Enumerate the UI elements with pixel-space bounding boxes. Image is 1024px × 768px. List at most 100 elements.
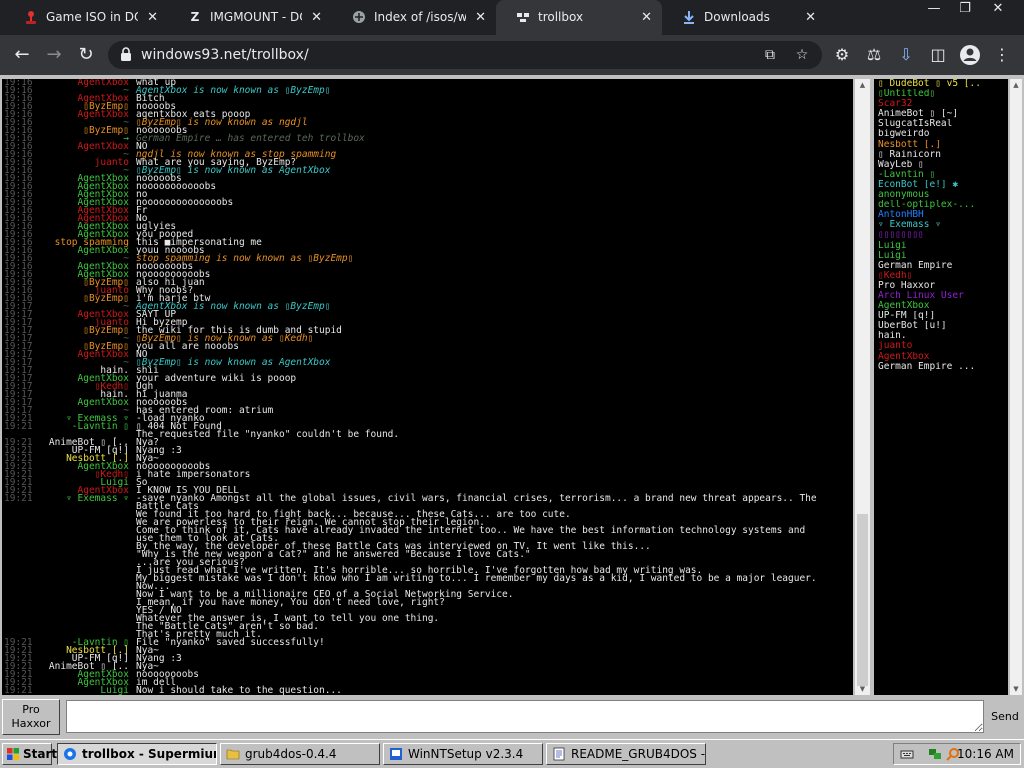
back-icon[interactable]: ← xyxy=(10,43,34,67)
close-tab-icon[interactable]: ✕ xyxy=(475,0,486,35)
user-list-item[interactable]: WayLeb ▯ xyxy=(874,160,1008,170)
send-button[interactable]: Send xyxy=(988,699,1022,735)
chat-input[interactable] xyxy=(66,700,984,733)
user-list-item[interactable]: German Empire ... xyxy=(874,362,1008,372)
user-list-item[interactable]: UberBot [u!] xyxy=(874,321,1008,331)
message-nick[interactable]: AgentXbox xyxy=(78,79,129,87)
user-list-item[interactable]: ▯Kedh▯ xyxy=(874,271,1008,281)
taskbar-item[interactable]: trollbox - Supermium xyxy=(57,743,217,765)
taskbar-item[interactable]: grub4dos-0.4.4 xyxy=(220,743,380,765)
user-list-item[interactable]: German Empire xyxy=(874,261,1008,271)
user-list-item[interactable]: AntonHBH xyxy=(874,210,1008,220)
user-list-item[interactable]: Luigi xyxy=(874,251,1008,261)
downloads-progress-icon[interactable]: ⇩ xyxy=(895,44,917,66)
user-list-item[interactable]: Scar32 xyxy=(874,99,1008,109)
browser-tab[interactable]: trollbox ✕ xyxy=(496,0,662,35)
clock[interactable]: 10:16 AM xyxy=(957,744,1014,764)
user-list-item[interactable]: UP-FM [q!] xyxy=(874,311,1008,321)
address-bar[interactable]: windows93.net/trollbox/ ⧉ ☆ xyxy=(108,41,822,69)
close-window-icon[interactable]: ✕ xyxy=(983,0,1013,18)
chat-message: 19:21 AgentXbox im dell xyxy=(2,678,853,688)
message-nick[interactable]: ▯ByzEmp▯ xyxy=(83,326,129,336)
message-nick[interactable]: ▿ Exemass ▿ xyxy=(66,494,129,504)
chat-message: 19:17 AgentXbox NO xyxy=(2,350,853,360)
browser-tab[interactable]: Downloads ✕ xyxy=(662,0,826,35)
scrollbar-thumb[interactable] xyxy=(857,514,868,686)
user-list-item[interactable]: AgentXbox xyxy=(874,352,1008,362)
user-list-item[interactable]: AgentXbox xyxy=(874,301,1008,311)
message-nick[interactable]: AgentXbox xyxy=(78,246,129,256)
share-icon[interactable]: ⧉ xyxy=(760,45,780,65)
user-list-item[interactable]: hain. xyxy=(874,331,1008,341)
forward-icon[interactable]: → xyxy=(42,43,66,67)
bookmark-star-icon[interactable]: ☆ xyxy=(792,45,812,65)
taskbar-item[interactable]: WinNTSetup v2.3.4 xyxy=(383,743,543,765)
sidepanel-icon[interactable]: ◫ xyxy=(927,44,949,66)
chat-message: 19:16 AgentXbox noooooooooooooobs xyxy=(2,198,853,208)
scroll-up-icon[interactable]: ▲ xyxy=(1010,79,1022,91)
user-list-item[interactable]: ▯ Rainicorn xyxy=(874,150,1008,160)
message-nick[interactable]: Luigi xyxy=(100,686,129,695)
message-nick[interactable]: ▯ByzEmp▯ xyxy=(83,126,129,136)
start-button[interactable]: Start xyxy=(2,743,57,765)
scroll-down-icon[interactable]: ▼ xyxy=(1010,683,1022,695)
user-list-item[interactable]: ▿ Exemass ▿ xyxy=(874,220,1008,230)
user-list-item[interactable]: Luigi xyxy=(874,241,1008,251)
menu-kebab-icon[interactable]: ⋮ xyxy=(991,44,1013,66)
scroll-up-icon[interactable]: ▲ xyxy=(855,79,870,91)
message-nick[interactable]: AgentXbox xyxy=(78,110,129,120)
message-text: The requested file "nyanko" couldn't be … xyxy=(136,429,400,440)
message-nick[interactable]: AgentXbox xyxy=(78,142,129,152)
user-list-item[interactable]: ▯Untitled▯ xyxy=(874,89,1008,99)
user-list-item[interactable]: EconBot [e!] ✱ xyxy=(874,180,1008,190)
close-tab-icon[interactable]: ✕ xyxy=(311,0,322,35)
user-list-item[interactable]: SlugcatIsReal xyxy=(874,119,1008,129)
chat-log[interactable]: 19:16 AgentXbox what up 19:16 ~ AgentXbox is … xyxy=(2,79,853,695)
user-list-item[interactable]: ▯ DudeBot ▯ v5 [.. xyxy=(874,79,1008,89)
message-text: -save nyanko Amongst all the global issu… xyxy=(136,493,817,504)
user-list-item[interactable]: Nesbott [.] xyxy=(874,140,1008,150)
user-list-item[interactable]: Pro Haxxor xyxy=(874,281,1008,291)
lock-icon[interactable] xyxy=(120,47,132,61)
archive-icon xyxy=(352,10,366,24)
extensions-icon[interactable]: ⚙ xyxy=(831,44,853,66)
close-tab-icon[interactable]: ✕ xyxy=(147,0,158,35)
chat-message: 19:21 ▿ Exemass ▿ -save nyanko Amongst all… xyxy=(2,493,853,504)
minimize-icon[interactable]: — xyxy=(919,0,949,18)
scroll-down-icon[interactable]: ▼ xyxy=(855,683,870,695)
chat-scrollbar[interactable]: ▲ ▼ xyxy=(855,79,870,695)
chat-message: 19:16 AgentXbox no xyxy=(2,190,853,200)
user-list-item[interactable]: AnimeBot ▯ [~] xyxy=(874,109,1008,119)
chat-message: 19:17 hain. hi juanma xyxy=(2,390,853,400)
keyboard-icon[interactable] xyxy=(900,747,914,761)
user-list-item[interactable]: anonymous xyxy=(874,190,1008,200)
message-nick[interactable]: -Lavntin ▯ xyxy=(72,422,129,432)
chat-message: 19:21 AgentXbox noooooooooobs xyxy=(2,462,853,472)
user-list-item[interactable]: -Lavntin ▯ xyxy=(874,170,1008,180)
close-tab-icon[interactable]: ✕ xyxy=(641,0,652,35)
maximize-icon[interactable]: ❐ xyxy=(950,0,980,18)
message-text: Now i should take to the question... xyxy=(136,685,342,695)
browser-tab[interactable]: Z IMGMOUNT - DOSBox ✕ xyxy=(168,0,332,35)
user-list-item[interactable]: juanto xyxy=(874,341,1008,351)
chat-message: 19:16 ~ ▯ByzEmp▯ is now known as ngdjl xyxy=(2,118,853,128)
message-nick[interactable]: ▯ByzEmp▯ xyxy=(83,294,129,304)
browser-tab[interactable]: Game ISO in DOSBox ✕ xyxy=(4,0,168,35)
close-tab-icon[interactable]: ✕ xyxy=(805,0,816,35)
message-text: File "nyanko" saved successfully! xyxy=(136,637,325,648)
labs-flask-icon[interactable]: ⚖ xyxy=(863,44,885,66)
network-icon[interactable] xyxy=(928,747,942,761)
profile-avatar-icon[interactable] xyxy=(959,44,981,66)
user-list-item[interactable]: ▯▯▯▯▯▯▯▯ xyxy=(874,230,1008,240)
users-scrollbar[interactable]: ▲ ▼ xyxy=(1010,79,1022,695)
taskbar-item[interactable]: README_GRUB4DOS - ... xyxy=(546,743,706,765)
chat-message: 19:17 ▯ByzEmp▯ the wiki for this is dumb a… xyxy=(2,326,853,336)
browser-tab[interactable]: Index of /isos/windows ✕ xyxy=(332,0,496,35)
user-list-item[interactable]: bigweirdo xyxy=(874,129,1008,139)
user-list-item[interactable]: dell-optiplex-... xyxy=(874,200,1008,210)
reload-icon[interactable]: ↻ xyxy=(74,43,98,67)
message-nick[interactable]: AgentXbox xyxy=(78,350,129,360)
nickname-button[interactable]: Pro Haxxor xyxy=(2,699,60,735)
message-nick[interactable]: AgentXbox xyxy=(78,398,129,408)
user-list-item[interactable]: Arch Linux User xyxy=(874,291,1008,301)
